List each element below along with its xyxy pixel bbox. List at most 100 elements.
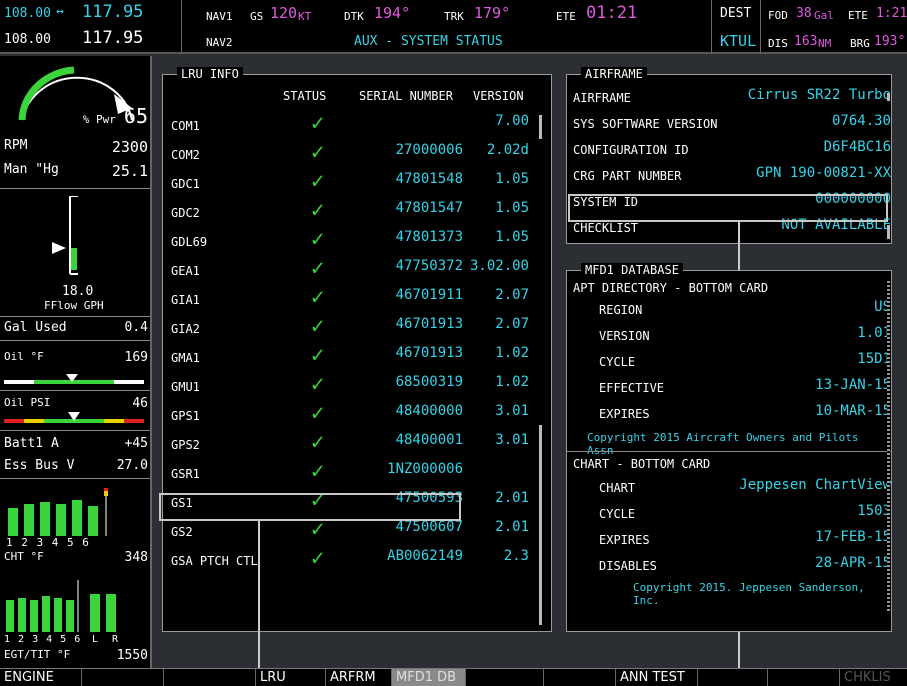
softkey-mfd1-db[interactable]: MFD1 DB <box>392 669 466 686</box>
lru-version: 2.02d <box>486 142 529 158</box>
lru-serial: 47801373 <box>395 229 463 245</box>
table-row[interactable]: GIA1 ✓ 46701911 2.07 <box>163 285 543 313</box>
lru-serial: 47500607 <box>395 519 463 535</box>
table-row[interactable]: GPS1 ✓ 48400000 3.01 <box>163 401 543 429</box>
table-row[interactable]: GDC2 ✓ 47801547 1.05 <box>163 198 543 226</box>
table-row[interactable]: GDC1 ✓ 47801548 1.05 <box>163 169 543 197</box>
item-key: CYCLE <box>599 507 636 521</box>
check-icon: ✓ <box>311 227 325 252</box>
softkey-lru[interactable]: LRU <box>256 669 326 686</box>
top-status-bar: 108.00 ↔ 117.95 108.00 117.95 NAV1 NAV2 … <box>0 0 907 54</box>
item-key: EFFECTIVE <box>599 381 665 395</box>
table-row[interactable]: GSR1 ✓ 1NZ000006 <box>163 459 543 487</box>
table-row[interactable]: GSA PTCH CTL ✓ AB0062149 2.3 <box>163 546 543 574</box>
egt-cylinder-labels: 1 2 3 4 5 6 <box>4 634 82 645</box>
scrollbar-top[interactable] <box>539 115 542 139</box>
table-row[interactable]: GIA2 ✓ 46701913 2.07 <box>163 314 543 342</box>
fod-label: FOD <box>768 9 788 22</box>
item-key: REGION <box>599 303 643 317</box>
com1-standby: 117.95 <box>82 2 144 22</box>
ess-label: Ess Bus V <box>4 458 75 473</box>
transfer-arrow-icon: ↔ <box>56 4 64 19</box>
softkey-blank-8[interactable] <box>544 669 616 686</box>
oil-psi-label: Oil PSI <box>4 396 51 409</box>
man-label: Man "Hg <box>4 162 59 177</box>
oil-f-value: 169 <box>124 350 148 365</box>
list-item: EXPIRES 10-MAR-15 <box>573 401 891 427</box>
chart-header: CHART - BOTTOM CARD <box>573 457 711 471</box>
lru-version: 2.01 <box>495 519 529 535</box>
ete-label: ETE <box>556 10 576 23</box>
list-item: VERSION 1.01 <box>573 323 891 349</box>
lru-version: 1.02 <box>495 374 529 390</box>
rpm-value: 2300 <box>111 138 148 156</box>
lru-version: 1.05 <box>495 171 529 187</box>
lru-version: 7.00 <box>495 113 529 129</box>
oil-psi-value: 46 <box>132 396 148 411</box>
table-row[interactable]: COM2 ✓ 27000006 2.02d <box>163 140 543 168</box>
lru-version: 2.01 <box>495 490 529 506</box>
item-value: 10-MAR-15 <box>815 403 891 419</box>
lru-serial: 47750372 <box>395 258 463 274</box>
softkey-blank-11[interactable] <box>768 669 840 686</box>
fflow-label: FFlow GPH <box>44 299 104 312</box>
system-id-highlight-box <box>568 194 888 222</box>
scrollbar-thumb[interactable] <box>539 425 542 625</box>
item-key: CHART <box>599 481 636 495</box>
col-version-header: VERSION <box>473 89 524 103</box>
table-row[interactable]: GDL69 ✓ 47801373 1.05 <box>163 227 543 255</box>
mfd-db-scrollbar[interactable] <box>887 281 890 611</box>
ete-value: 01:21 <box>586 3 638 23</box>
list-item: CRG PART NUMBER GPN 190-00821-XX <box>573 163 891 189</box>
softkey-blank-3[interactable] <box>164 669 256 686</box>
gal-used-value: 0.4 <box>124 320 148 335</box>
gs-unit: KT <box>298 10 312 23</box>
softkey-engine[interactable]: ENGINE <box>0 669 82 686</box>
item-value: 15D1 <box>857 351 891 367</box>
lru-serial: 1NZ000006 <box>387 461 463 477</box>
item-value: 13-JAN-15 <box>815 377 891 393</box>
softkey-arfrm[interactable]: ARFRM <box>326 669 392 686</box>
softkey-blank-7[interactable] <box>466 669 544 686</box>
chart-copyright: Copyright 2015. Jeppesen Sanderson, Inc. <box>633 581 865 607</box>
fflow-value: 18.0 <box>62 284 94 299</box>
table-row[interactable]: GS2 ✓ 47500607 2.01 <box>163 517 543 545</box>
item-key: VERSION <box>599 329 650 343</box>
lru-version: 1.05 <box>495 229 529 245</box>
batt-label: Batt1 A <box>4 436 59 451</box>
cht-label: CHT °F <box>4 550 44 563</box>
check-icon: ✓ <box>311 198 325 223</box>
lru-info-panel: LRU INFO STATUS SERIAL NUMBER VERSION CO… <box>162 67 552 632</box>
item-value: 17-FEB-15 <box>815 529 891 545</box>
lru-serial: 68500319 <box>395 374 463 390</box>
gsr1-highlight-box <box>159 493 461 521</box>
table-row[interactable]: GEA1 ✓ 47750372 3.02.00 <box>163 256 543 284</box>
apt-copyright: Copyright 2015 Aircraft Owners and Pilot… <box>587 431 859 457</box>
pwr-value: 65 <box>123 104 148 128</box>
lru-name: GDC1 <box>171 177 200 191</box>
item-key: CONFIGURATION ID <box>573 143 689 157</box>
table-row[interactable]: GPS2 ✓ 48400001 3.01 <box>163 430 543 458</box>
table-row[interactable]: GMA1 ✓ 46701913 1.02 <box>163 343 543 371</box>
check-icon: ✓ <box>311 343 325 368</box>
apt-directory-header: APT DIRECTORY - BOTTOM CARD <box>573 281 769 295</box>
lru-name: GSR1 <box>171 467 200 481</box>
softkey-blank-2[interactable] <box>82 669 164 686</box>
gs-value: 120 <box>270 4 298 22</box>
com-frequency-box[interactable]: 108.00 ↔ 117.95 108.00 117.95 <box>0 0 182 54</box>
oil-pressure-bar <box>4 412 144 423</box>
softkey-blank-10[interactable] <box>698 669 768 686</box>
list-item: REGION US <box>573 297 891 323</box>
mfd-db-panel-title: MFD1 DATABASE <box>581 263 683 277</box>
table-row[interactable]: GMU1 ✓ 68500319 1.02 <box>163 372 543 400</box>
lru-panel-title: LRU INFO <box>177 67 243 81</box>
softkey-ann-test[interactable]: ANN TEST <box>616 669 698 686</box>
table-row[interactable]: COM1 ✓ 7.00 <box>163 111 543 139</box>
mfd1-database-panel: MFD1 DATABASE APT DIRECTORY - BOTTOM CAR… <box>566 263 892 632</box>
man-value: 25.1 <box>111 162 148 180</box>
softkey-chklis[interactable]: CHKLIS <box>840 669 907 686</box>
lru-version: 2.07 <box>495 316 529 332</box>
nav2-label: NAV2 <box>206 36 233 49</box>
brg-label: BRG <box>850 37 870 50</box>
lru-name: GMA1 <box>171 351 200 365</box>
